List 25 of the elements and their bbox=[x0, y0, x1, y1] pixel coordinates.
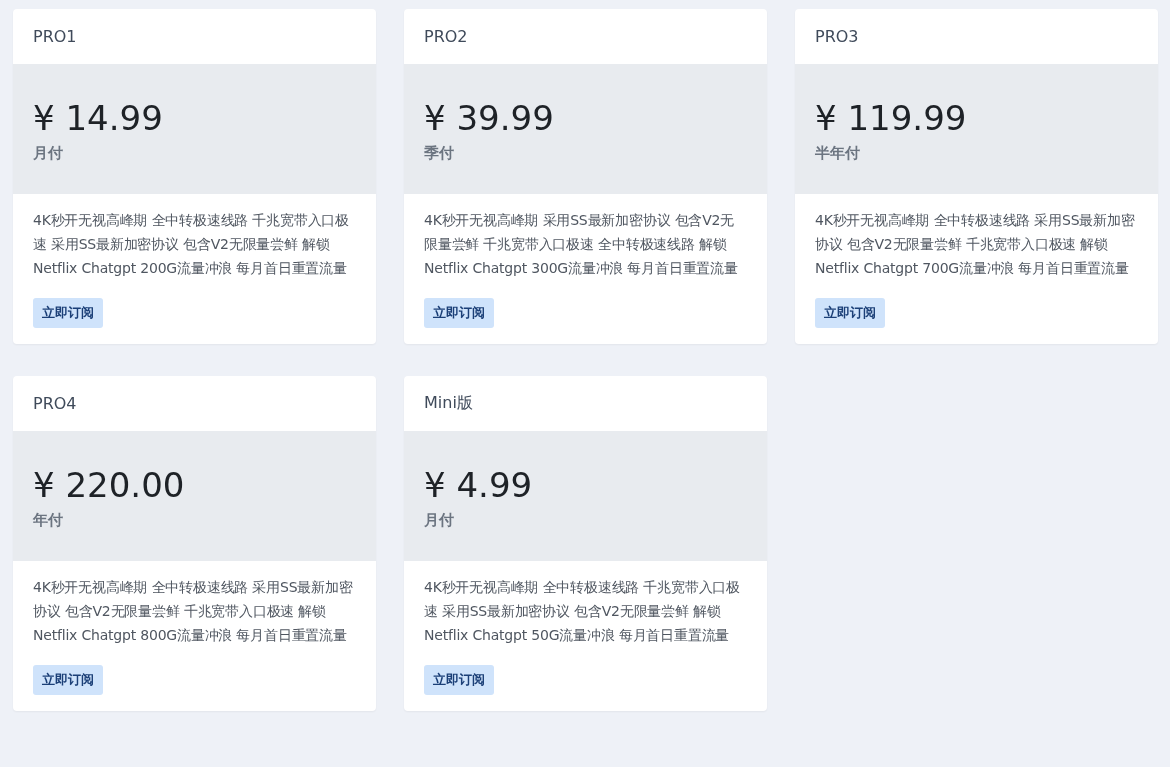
plan-name: Mini版 bbox=[424, 393, 473, 414]
billing-period: 年付 bbox=[33, 510, 64, 530]
subscribe-button[interactable]: 立即订阅 bbox=[33, 665, 103, 695]
billing-period: 月付 bbox=[33, 143, 64, 163]
plan-price: ¥ 39.99 bbox=[424, 96, 555, 140]
plan-price: ¥ 220.00 bbox=[33, 463, 186, 507]
plan-description: 4K秒开无视高峰期 采用SS最新加密协议 包含V2无限量尝鲜 千兆宽带入口极速 全中转极速线路 解锁Netflix Chatgpt 300G流量冲浪 每月首日重置流量 bbox=[424, 211, 739, 278]
plan-description: 4K秒开无视高峰期 全中转极速线路 采用SS最新加密协议 包含V2无限量尝鲜 千兆宽带入口极速 解锁Netflix Chatgpt 700G流量冲浪 每月首日重置流量 bbox=[815, 211, 1136, 278]
billing-period: 月付 bbox=[424, 510, 455, 530]
plan-price: ¥ 14.99 bbox=[33, 96, 164, 140]
subscribe-button[interactable]: 立即订阅 bbox=[815, 298, 885, 328]
subscribe-button[interactable]: 立即订阅 bbox=[424, 298, 494, 328]
plan-name: PRO2 bbox=[424, 27, 468, 46]
plan-name: PRO3 bbox=[815, 27, 859, 46]
plan-description: 4K秒开无视高峰期 全中转极速线路 千兆宽带入口极速 采用SS最新加密协议 包含V2无限量尝鲜 解锁Netflix Chatgpt 200G流量冲浪 每月首日重置流量 bbox=[33, 211, 350, 278]
billing-period: 季付 bbox=[424, 143, 455, 163]
plan-description: 4K秒开无视高峰期 全中转极速线路 采用SS最新加密协议 包含V2无限量尝鲜 千兆宽带入口极速 解锁Netflix Chatgpt 800G流量冲浪 每月首日重置流量 bbox=[33, 578, 354, 645]
plan-description: 4K秒开无视高峰期 全中转极速线路 千兆宽带入口极速 采用SS最新加密协议 包含V2无限量尝鲜 解锁Netflix Chatgpt 50G流量冲浪 每月首日重置流量 bbox=[424, 578, 741, 645]
plan-price: ¥ 119.99 bbox=[815, 96, 968, 140]
subscribe-button[interactable]: 立即订阅 bbox=[33, 298, 103, 328]
plan-name: PRO4 bbox=[33, 394, 77, 413]
plan-name: PRO1 bbox=[33, 27, 77, 46]
plan-price: ¥ 4.99 bbox=[424, 463, 534, 507]
subscribe-button[interactable]: 立即订阅 bbox=[424, 665, 494, 695]
billing-period: 半年付 bbox=[815, 143, 861, 163]
